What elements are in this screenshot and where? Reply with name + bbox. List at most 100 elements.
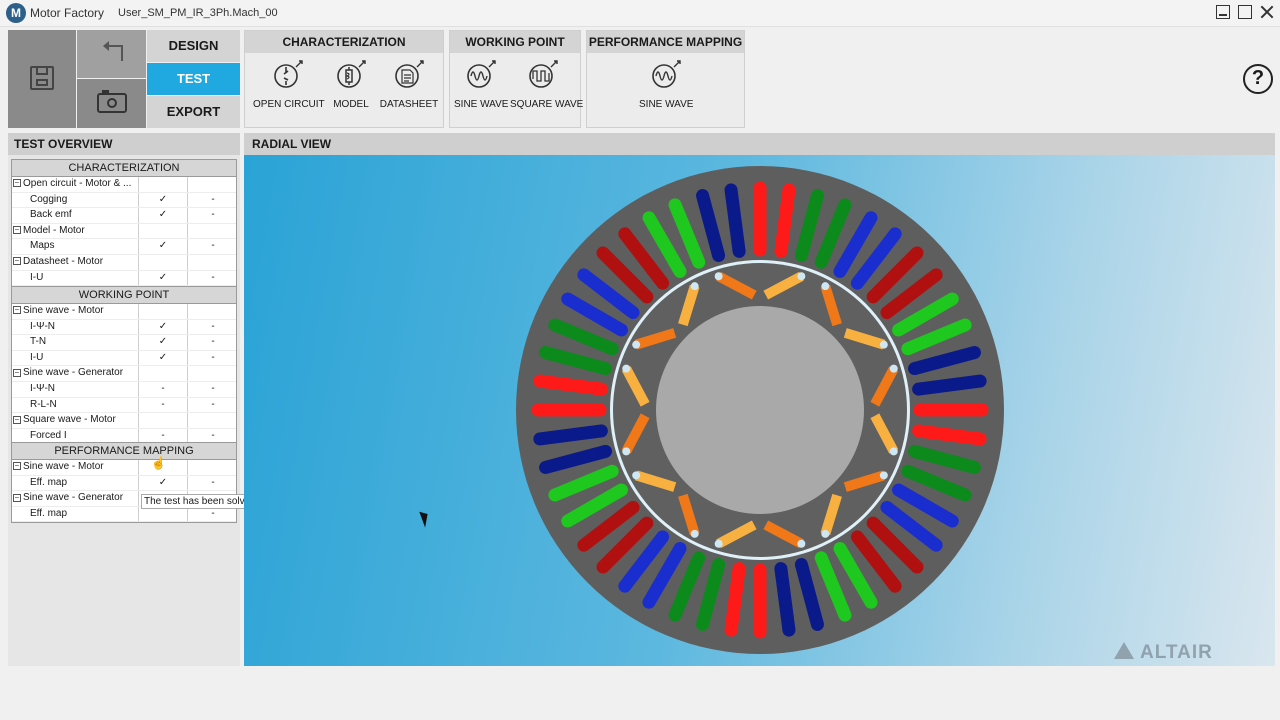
test-row[interactable]: Eff. map ✓ - xyxy=(12,475,238,492)
test-name-text: I-Ψ-N xyxy=(30,382,56,394)
secondary-status: - xyxy=(187,397,238,413)
solved-status: - xyxy=(138,381,187,397)
secondary-status: - xyxy=(187,475,238,491)
collapse-icon[interactable]: – xyxy=(13,306,21,315)
test-group-row[interactable]: – Model - Motor xyxy=(12,223,238,240)
model-label: MODEL xyxy=(333,99,369,110)
test-name: Eff. map xyxy=(12,507,154,522)
collapse-icon[interactable]: – xyxy=(13,462,21,471)
main-toolbar: DESIGN TEST EXPORT xyxy=(8,30,240,128)
test-group-row[interactable]: – Sine wave - Motor xyxy=(12,304,236,320)
altair-brand-text: ALTAIR xyxy=(1140,642,1213,663)
maximize-icon[interactable] xyxy=(1238,5,1252,19)
close-icon[interactable] xyxy=(1260,5,1274,19)
working-point-table-title: WORKING POINT xyxy=(12,287,236,304)
collapse-icon[interactable]: – xyxy=(13,368,21,377)
test-overview-title: TEST OVERVIEW xyxy=(8,133,240,155)
shaft xyxy=(656,306,864,514)
open-circuit-icon xyxy=(274,60,303,88)
test-row[interactable]: Back emf ✓ - xyxy=(12,208,236,224)
export-mode-button[interactable]: EXPORT xyxy=(147,96,240,128)
collapse-icon[interactable]: – xyxy=(13,257,21,266)
screenshot-button[interactable] xyxy=(77,79,146,128)
test-name: – Open circuit - Motor & ... xyxy=(12,177,137,192)
working-point-group-title: WORKING POINT xyxy=(450,31,580,53)
minimize-icon[interactable] xyxy=(1216,5,1230,19)
collapse-icon[interactable]: – xyxy=(13,493,21,502)
model-icon xyxy=(337,60,366,88)
test-row[interactable]: I-Ψ-N ✓ - xyxy=(12,319,236,336)
help-icon[interactable]: ? xyxy=(1243,64,1273,94)
solved-status: - xyxy=(138,397,187,413)
solved-status xyxy=(138,254,187,270)
stator-slot-coil xyxy=(533,424,608,446)
solved-status: ✓ xyxy=(138,335,187,350)
test-name: Eff. map xyxy=(12,476,154,491)
sine-wave-icon xyxy=(652,60,681,88)
altair-logo: ALTAIR xyxy=(1114,642,1213,664)
datasheet-icon xyxy=(395,60,424,88)
test-group-row[interactable]: – Square wave - Motor xyxy=(12,413,236,429)
test-name-text: T-N xyxy=(30,336,47,348)
test-group-row[interactable]: – Sine wave - Motor xyxy=(12,460,236,476)
hand-cursor-icon: ☝ xyxy=(151,456,166,470)
title-bar: M Motor Factory User_SM_PM_IR_3Ph.Mach_0… xyxy=(0,0,1280,27)
test-name-text: Square wave - Motor xyxy=(23,414,116,426)
radial-view[interactable]: ALTAIR xyxy=(244,155,1275,666)
test-group-row[interactable]: – Open circuit - Motor & ... xyxy=(12,177,236,193)
wp-sine-wave-button[interactable]: SINE WAVE xyxy=(454,59,508,110)
magnet-flux-barrier xyxy=(690,529,699,538)
working-point-table: WORKING POINT – Sine wave - Motor I-Ψ-N ✓ - T… xyxy=(11,286,238,446)
solved-status xyxy=(138,366,187,381)
magnet-flux-barrier xyxy=(714,539,723,548)
test-name: Maps xyxy=(12,239,154,254)
secondary-status: - xyxy=(187,381,238,397)
test-row[interactable]: I-U ✓ - xyxy=(12,270,236,287)
test-row[interactable]: R-L-N - - xyxy=(12,397,238,414)
test-row[interactable]: T-N ✓ - xyxy=(12,335,236,351)
test-group-row[interactable]: – Datasheet - Motor xyxy=(12,254,236,271)
test-name: I-U xyxy=(12,271,154,286)
camera-icon xyxy=(97,90,127,113)
model-button[interactable]: MODEL xyxy=(325,59,377,110)
save-button[interactable] xyxy=(8,30,76,128)
test-row[interactable]: Maps ✓ - xyxy=(12,239,236,255)
magnet-flux-barrier xyxy=(797,539,806,548)
test-mode-button[interactable]: TEST xyxy=(147,63,240,95)
solved-status xyxy=(138,223,187,239)
test-name-text: I-U xyxy=(30,271,44,283)
test-row[interactable]: Cogging ✓ - xyxy=(12,192,238,209)
characterization-group-title: CHARACTERIZATION xyxy=(245,31,443,53)
secondary-status xyxy=(187,223,238,239)
test-name-text: Sine wave - Generator xyxy=(23,492,124,504)
magnet-flux-barrier xyxy=(879,340,888,349)
performance-mapping-group-title: PERFORMANCE MAPPING xyxy=(587,31,744,53)
test-row[interactable]: Eff. map - xyxy=(12,506,236,523)
test-row[interactable]: I-U ✓ - xyxy=(12,350,238,367)
test-row[interactable]: I-Ψ-N - - xyxy=(12,381,238,398)
secondary-status: - xyxy=(187,192,238,208)
back-button[interactable] xyxy=(77,30,146,78)
magnet-flux-barrier xyxy=(690,282,699,291)
pm-sine-wave-button[interactable]: SINE WAVE xyxy=(639,59,693,110)
wp-sine-wave-label: SINE WAVE xyxy=(454,99,509,110)
test-name: Cogging xyxy=(12,193,154,208)
secondary-status: - xyxy=(187,350,238,366)
collapse-icon[interactable]: – xyxy=(13,226,21,235)
design-mode-button[interactable]: DESIGN xyxy=(147,30,240,62)
solved-status: ✓ xyxy=(138,350,187,366)
stator-slot-coil xyxy=(774,562,796,637)
motor-cross-section[interactable] xyxy=(244,155,1275,666)
test-group-row[interactable]: – Sine wave - Generator xyxy=(12,366,236,382)
wp-square-wave-button[interactable]: SQUARE WAVE xyxy=(510,59,583,110)
magnet-flux-barrier xyxy=(889,447,898,456)
collapse-icon[interactable]: – xyxy=(13,415,21,424)
collapse-icon[interactable]: – xyxy=(13,179,21,188)
characterization-table: CHARACTERIZATION – Open circuit - Motor &… xyxy=(11,159,238,288)
stator-slot-coil xyxy=(912,374,987,396)
datasheet-button[interactable]: DATASHEET xyxy=(379,59,439,110)
secondary-status: - xyxy=(187,239,238,254)
test-name: – Datasheet - Motor xyxy=(12,255,137,270)
altair-mark-icon xyxy=(1114,642,1134,659)
open-circuit-button[interactable]: OPEN CIRCUIT xyxy=(253,59,325,110)
